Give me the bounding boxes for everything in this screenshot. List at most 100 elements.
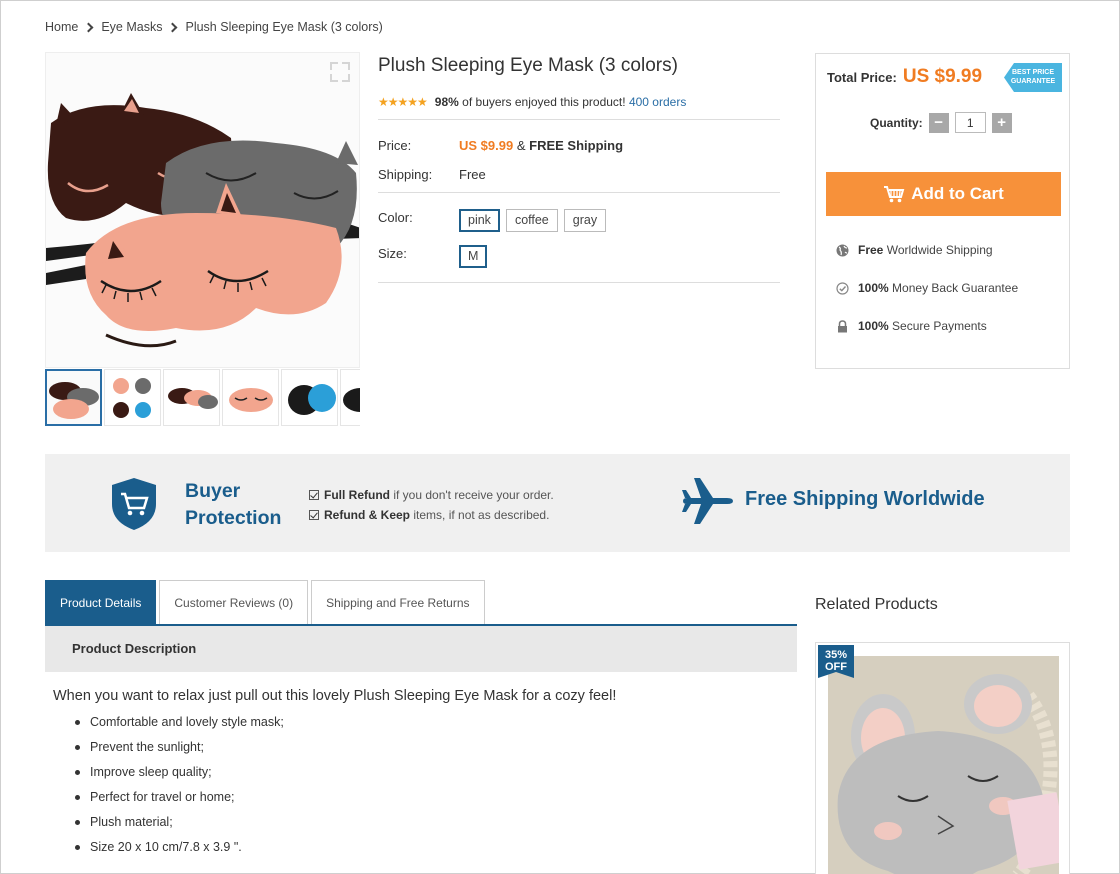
color-label: Color: xyxy=(378,210,413,225)
color-option-pink[interactable]: pink xyxy=(459,209,500,232)
price-separator: & xyxy=(516,138,526,153)
free-shipping-worldwide-title: Free Shipping Worldwide xyxy=(745,488,985,510)
related-product-card[interactable]: 35% OFF xyxy=(815,642,1070,874)
total-price-value: US $9.99 xyxy=(902,66,983,87)
color-option-gray[interactable]: gray xyxy=(563,209,607,232)
thumbnail[interactable] xyxy=(340,369,360,426)
quantity-increase-button[interactable]: + xyxy=(991,112,1012,133)
feature-bold: 100% xyxy=(858,281,889,295)
protection-item: Refund & Keep items, if not as described… xyxy=(309,505,554,525)
product-title: Plush Sleeping Eye Mask (3 colors) xyxy=(378,55,678,76)
divider xyxy=(378,119,780,120)
shield-cart-icon xyxy=(112,478,156,530)
feature-text: 100% Secure Payments xyxy=(858,319,987,333)
feature-free-shipping: Free Worldwide Shipping xyxy=(836,243,993,257)
product-description-intro: When you want to relax just pull out thi… xyxy=(53,688,617,704)
tab-customer-reviews[interactable]: Customer Reviews (0) xyxy=(159,580,309,625)
list-item: Improve sleep quality; xyxy=(74,764,284,789)
list-item: Plush material; xyxy=(74,814,284,839)
feature-text: 100% Money Back Guarantee xyxy=(858,281,1018,295)
breadcrumb-home[interactable]: Home xyxy=(45,20,78,34)
price-value: US $9.99 xyxy=(459,138,514,153)
add-to-cart-button[interactable]: Add to Cart xyxy=(826,172,1061,216)
protection-item-text: if you don't receive your order. xyxy=(393,488,554,502)
buyer-protection-line1: Buyer xyxy=(185,480,241,502)
breadcrumb: Home Eye Masks Plush Sleeping Eye Mask (… xyxy=(45,20,383,34)
orders-link[interactable]: 400 orders xyxy=(629,95,686,109)
badge-line1: BEST PRICE xyxy=(1011,69,1054,76)
feature-text: Free Worldwide Shipping xyxy=(858,243,993,257)
feature-label: Money Back Guarantee xyxy=(892,281,1019,295)
list-item: Prevent the sunlight; xyxy=(74,739,284,764)
size-options: M xyxy=(459,245,488,268)
protection-list: Full Refund if you don't receive your or… xyxy=(309,485,554,525)
feature-bold: 100% xyxy=(858,319,889,333)
discount-value: 35% xyxy=(824,649,848,661)
thumbnail[interactable] xyxy=(104,369,161,426)
zoom-icon[interactable] xyxy=(329,61,351,83)
chevron-right-icon xyxy=(83,22,94,32)
rating-stars-icon: ★★★★★ xyxy=(378,95,428,109)
feature-label: Worldwide Shipping xyxy=(886,243,993,257)
checkbox-icon xyxy=(309,490,319,500)
price-label: Price: xyxy=(378,138,412,153)
buyer-protection-line2: Protection xyxy=(185,507,282,529)
rating-percent: 98% xyxy=(434,95,459,109)
lock-icon xyxy=(838,319,847,332)
total-price-row: Total Price: US $9.99 xyxy=(827,66,982,88)
thumbnail-strip xyxy=(45,369,360,427)
thumbnail[interactable] xyxy=(281,369,338,426)
badge-line2: GUARANTEE xyxy=(1010,78,1056,85)
check-circle-icon xyxy=(836,281,849,295)
related-products-title: Related Products xyxy=(815,596,938,613)
shipping-label: Shipping: xyxy=(378,167,433,182)
size-label: Size: xyxy=(378,246,407,261)
quantity-label: Quantity: xyxy=(870,115,923,130)
color-options: pink coffee gray xyxy=(459,209,607,232)
buyer-protection-banner: Buyer Protection Full Refund if you don'… xyxy=(45,454,1070,552)
price-value-row: US $9.99 & FREE Shipping xyxy=(459,138,623,153)
product-main-image[interactable] xyxy=(45,52,360,368)
divider xyxy=(378,192,780,193)
thumbnail[interactable] xyxy=(45,369,102,426)
tab-product-details[interactable]: Product Details xyxy=(45,580,157,625)
tab-shipping-returns[interactable]: Shipping and Free Returns xyxy=(311,580,485,625)
checkbox-icon xyxy=(309,510,319,520)
description-bullet-list: Comfortable and lovely style mask; Preve… xyxy=(74,714,284,864)
chevron-right-icon xyxy=(168,22,178,32)
size-option-m[interactable]: M xyxy=(459,245,488,268)
quantity-input[interactable] xyxy=(954,112,986,133)
protection-item-bold: Full Refund xyxy=(324,488,390,502)
discount-label: OFF xyxy=(825,661,847,673)
related-product-image[interactable] xyxy=(828,656,1059,874)
free-shipping-text: FREE Shipping xyxy=(529,138,624,153)
best-price-badge: BEST PRICE GUARANTEE xyxy=(1004,63,1062,92)
protection-item: Full Refund if you don't receive your or… xyxy=(309,485,554,505)
quantity-row: Quantity: − + xyxy=(870,112,1012,133)
quantity-decrease-button[interactable]: − xyxy=(928,112,949,133)
thumbnail[interactable] xyxy=(222,369,279,426)
feature-secure-payments: 100% Secure Payments xyxy=(836,319,987,333)
list-item: Size 20 x 10 cm/7.8 x 3.9 ". xyxy=(74,839,284,864)
protection-item-bold: Refund & Keep xyxy=(324,508,411,522)
buyer-protection-title: Buyer Protection xyxy=(185,478,281,532)
globe-icon xyxy=(836,244,849,256)
total-price-label: Total Price: xyxy=(827,69,897,85)
divider xyxy=(378,282,780,283)
add-to-cart-label: Add to Cart xyxy=(911,184,1004,203)
feature-bold: Free xyxy=(858,243,884,257)
shipping-value: Free xyxy=(459,167,486,182)
cart-icon xyxy=(884,186,905,203)
rating-row: ★★★★★ 98% of buyers enjoyed this product… xyxy=(378,95,686,109)
feature-money-back: 100% Money Back Guarantee xyxy=(836,281,1018,295)
product-description-heading: Product Description xyxy=(45,626,797,672)
thumbnail[interactable] xyxy=(163,369,220,426)
product-tabs: Product Details Customer Reviews (0) Shi… xyxy=(45,580,485,625)
rating-text: of buyers enjoyed this product! xyxy=(462,95,626,109)
color-option-coffee[interactable]: coffee xyxy=(505,209,558,232)
buy-box: Total Price: US $9.99 BEST PRICE GUARANT… xyxy=(815,53,1070,369)
list-item: Comfortable and lovely style mask; xyxy=(74,714,284,739)
breadcrumb-category[interactable]: Eye Masks xyxy=(101,20,162,34)
breadcrumb-current: Plush Sleeping Eye Mask (3 colors) xyxy=(185,20,383,34)
list-item: Perfect for travel or home; xyxy=(74,789,284,814)
